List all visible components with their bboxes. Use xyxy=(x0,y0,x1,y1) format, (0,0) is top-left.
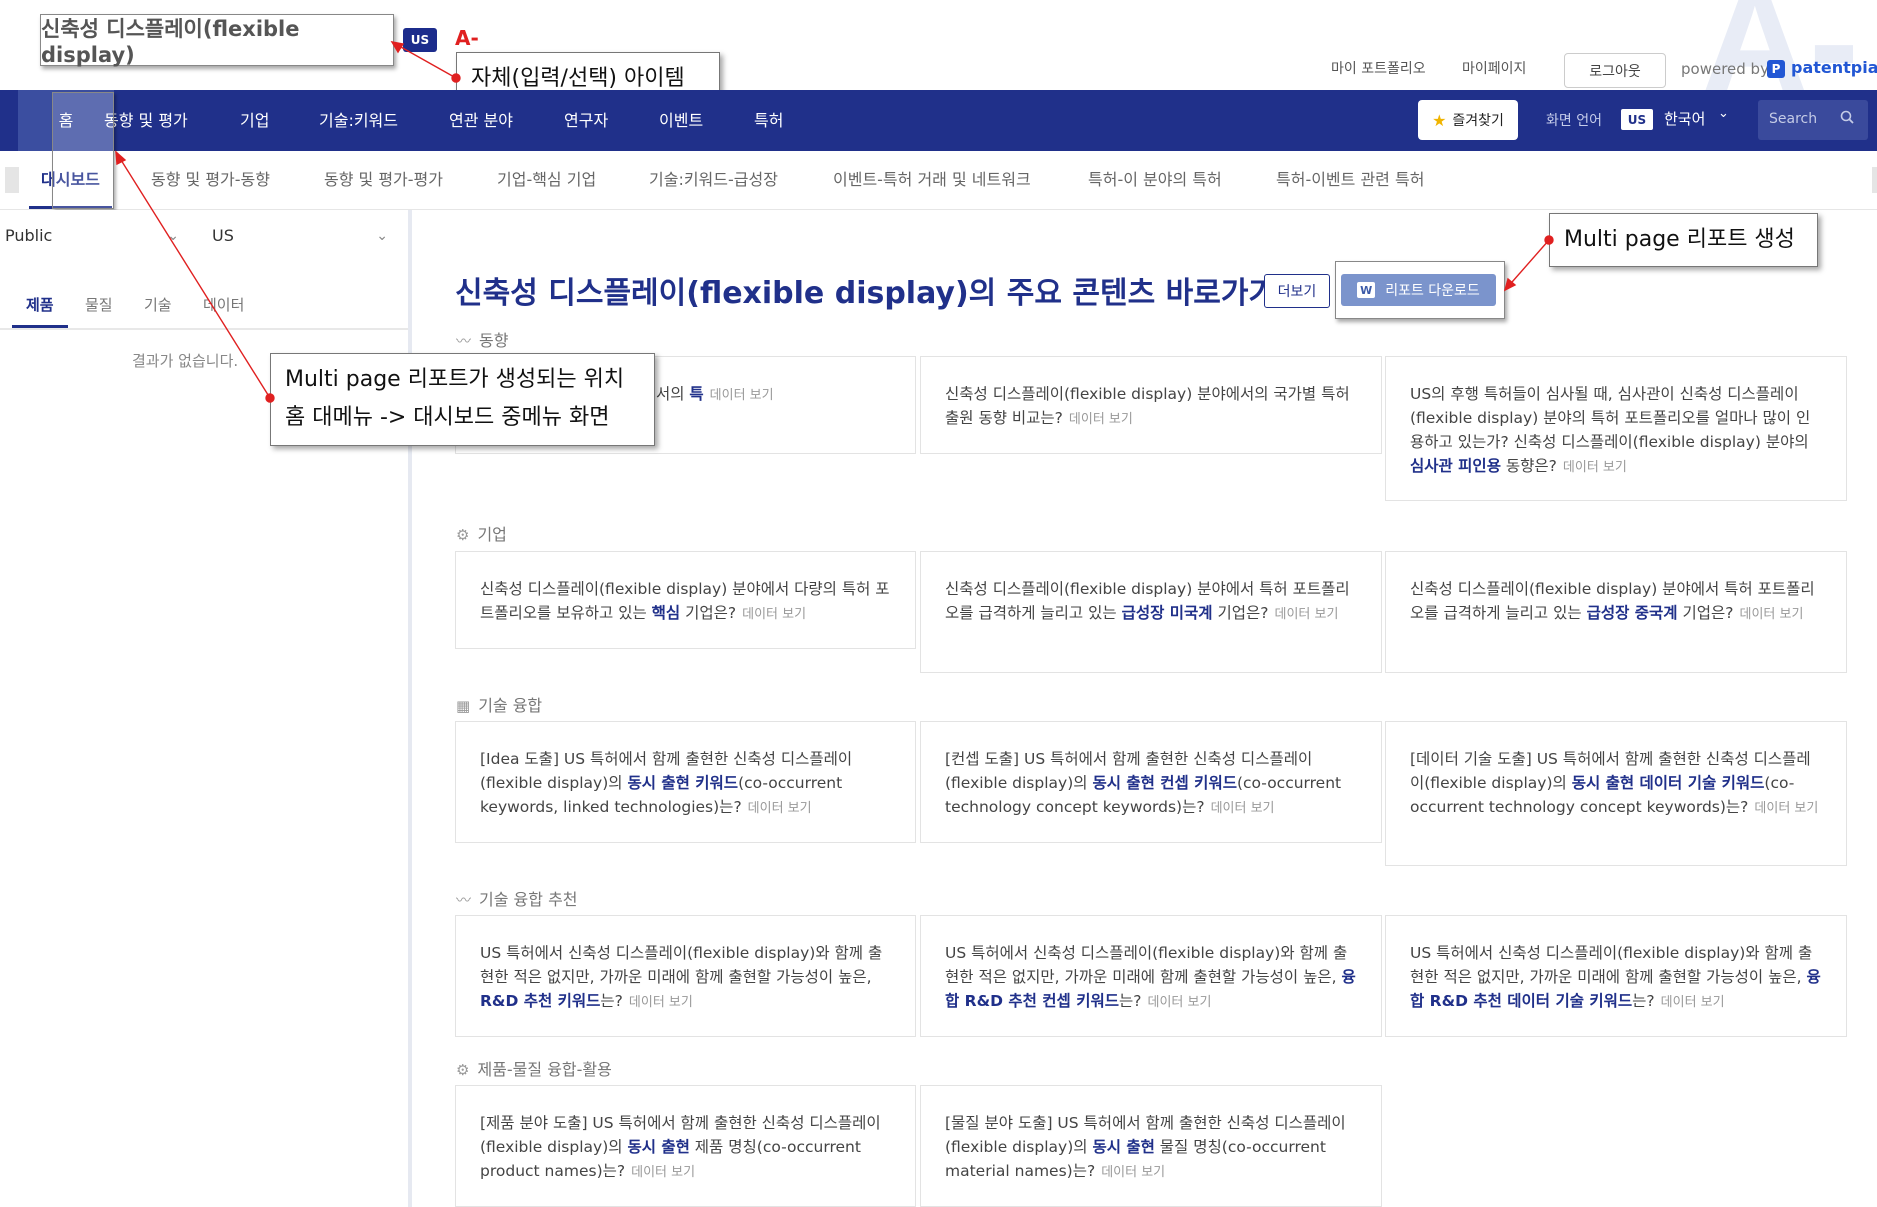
annotation-arrows xyxy=(115,41,1554,403)
